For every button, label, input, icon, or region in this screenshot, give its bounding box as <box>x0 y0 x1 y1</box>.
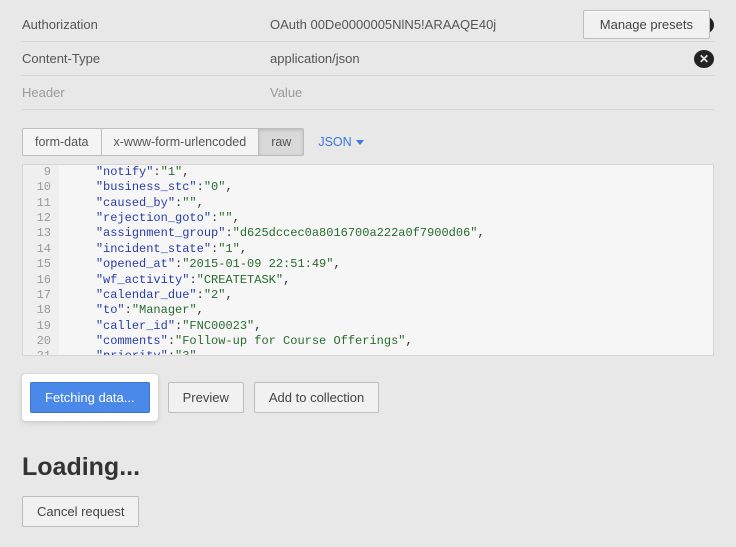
code-content: "opened_at":"2015-01-09 22:51:49", <box>59 257 341 272</box>
line-number: 18 <box>23 303 59 318</box>
close-icon[interactable]: ✕ <box>694 50 714 68</box>
line-number: 17 <box>23 288 59 303</box>
code-line: 15 "opened_at":"2015-01-09 22:51:49", <box>23 257 713 272</box>
code-line: 11 "caused_by":"", <box>23 196 713 211</box>
line-number: 11 <box>23 196 59 211</box>
code-content: "wf_activity":"CREATETASK", <box>59 273 290 288</box>
body-type-raw[interactable]: raw <box>259 129 303 155</box>
chevron-down-icon <box>356 140 364 145</box>
code-content: "incident_state":"1", <box>59 242 247 257</box>
code-line: 17 "calendar_due":"2", <box>23 288 713 303</box>
manage-presets-button[interactable]: Manage presets <box>583 10 710 39</box>
code-line: 10 "business_stc":"0", <box>23 180 713 195</box>
send-button[interactable]: Fetching data... <box>30 382 150 413</box>
code-content: "to":"Manager", <box>59 303 204 318</box>
header-key-input[interactable] <box>22 51 270 66</box>
preview-button[interactable]: Preview <box>168 382 244 413</box>
header-value-input[interactable] <box>270 51 688 66</box>
body-format-label: JSON <box>318 135 351 149</box>
line-number: 16 <box>23 273 59 288</box>
code-content: "priority":"3", <box>59 349 204 356</box>
line-number: 13 <box>23 226 59 241</box>
header-key-input[interactable] <box>22 85 270 100</box>
code-line: 12 "rejection_goto":"", <box>23 211 713 226</box>
code-line: 19 "caller_id":"FNC00023", <box>23 319 713 334</box>
code-line: 21 "priority":"3", <box>23 349 713 356</box>
code-line: 9 "notify":"1", <box>23 165 713 180</box>
code-content: "rejection_goto":"", <box>59 211 240 226</box>
line-number: 14 <box>23 242 59 257</box>
code-content: "assignment_group":"d625dccec0a8016700a2… <box>59 226 485 241</box>
body-type-form-data[interactable]: form-data <box>23 129 102 155</box>
line-number: 9 <box>23 165 59 180</box>
body-type-row: form-data x-www-form-urlencoded raw JSON <box>22 128 714 156</box>
code-line: 14 "incident_state":"1", <box>23 242 713 257</box>
line-number: 12 <box>23 211 59 226</box>
body-type-segmented: form-data x-www-form-urlencoded raw <box>22 128 304 156</box>
code-content: "calendar_due":"2", <box>59 288 233 303</box>
code-content: "caused_by":"", <box>59 196 204 211</box>
code-content: "notify":"1", <box>59 165 189 180</box>
loading-title: Loading... <box>22 453 714 482</box>
header-row: ✕ <box>22 42 714 76</box>
line-number: 15 <box>23 257 59 272</box>
header-key-input[interactable] <box>22 17 270 32</box>
request-panel: Manage presets ✕ ✕ form-data x-www-form-… <box>0 0 736 433</box>
request-body-editor[interactable]: 9 "notify":"1",10 "business_stc":"0",11 … <box>22 164 714 356</box>
response-loading-section: Loading... Cancel request <box>0 433 736 547</box>
line-number: 21 <box>23 349 59 356</box>
cancel-request-button[interactable]: Cancel request <box>22 496 139 527</box>
code-line: 16 "wf_activity":"CREATETASK", <box>23 273 713 288</box>
header-row-new <box>22 76 714 110</box>
line-number: 19 <box>23 319 59 334</box>
header-value-input[interactable] <box>270 85 690 100</box>
body-format-dropdown[interactable]: JSON <box>318 135 363 149</box>
add-to-collection-button[interactable]: Add to collection <box>254 382 379 413</box>
code-content: "comments":"Follow-up for Course Offerin… <box>59 334 413 349</box>
code-content: "caller_id":"FNC00023", <box>59 319 261 334</box>
code-line: 18 "to":"Manager", <box>23 303 713 318</box>
send-button-wrap: Fetching data... <box>22 374 158 421</box>
code-content: "business_stc":"0", <box>59 180 233 195</box>
code-line: 20 "comments":"Follow-up for Course Offe… <box>23 334 713 349</box>
code-line: 13 "assignment_group":"d625dccec0a801670… <box>23 226 713 241</box>
action-row: Fetching data... Preview Add to collecti… <box>22 374 714 421</box>
line-number: 20 <box>23 334 59 349</box>
body-type-urlencoded[interactable]: x-www-form-urlencoded <box>102 129 260 155</box>
line-number: 10 <box>23 180 59 195</box>
